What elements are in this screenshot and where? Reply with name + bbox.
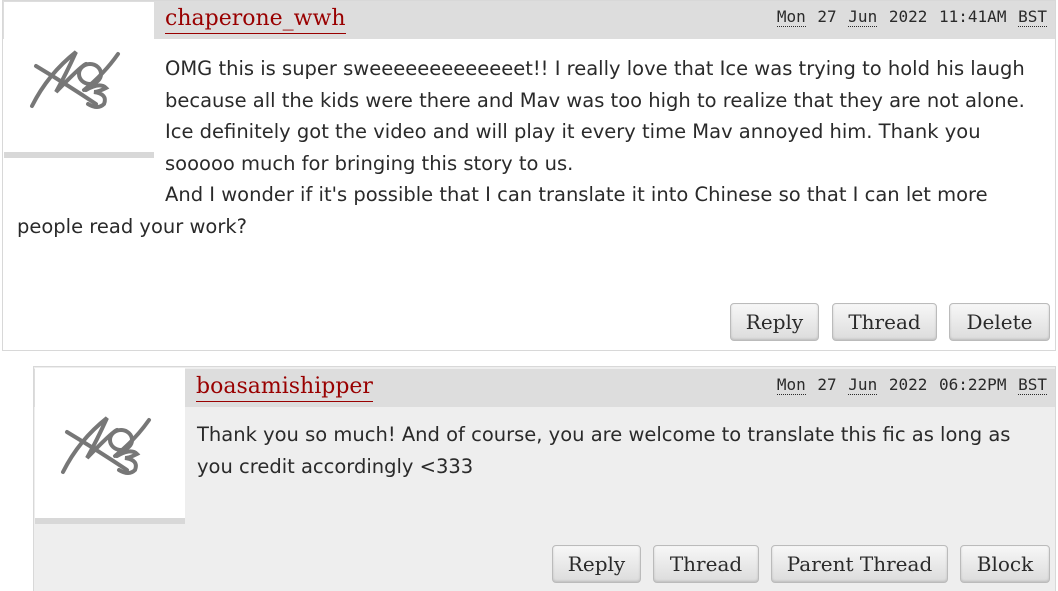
- comment-header: chaperone_wwh Mon 27 Jun 2022 11:41AM BS…: [3, 1, 1055, 39]
- comment-body: OMG this is super sweeeeeeeeeeeeet!! I r…: [17, 53, 1037, 242]
- thread-button[interactable]: Thread: [832, 303, 937, 341]
- comment-paragraph: Thank you so much! And of course, you ar…: [197, 423, 1011, 478]
- date-time: 06:22PM: [939, 375, 1007, 394]
- comment-datetime: Mon 27 Jun 2022 11:41AM BST: [776, 7, 1047, 27]
- reply-button[interactable]: Reply: [552, 545, 641, 583]
- day-abbr: Mon: [776, 375, 806, 395]
- date-day: 27: [817, 375, 837, 394]
- date-day: 27: [817, 7, 837, 26]
- user-avatar[interactable]: [35, 368, 185, 524]
- comment-boasamishipper: boasamishipper Mon 27 Jun 2022 06:22PM B…: [33, 366, 1056, 591]
- reply-button[interactable]: Reply: [730, 303, 819, 341]
- thread-button[interactable]: Thread: [653, 545, 759, 583]
- comment-paragraph: And I wonder if it's possible that I can…: [17, 183, 988, 238]
- comment-paragraph: OMG this is super sweeeeeeeeeeeeet!! I r…: [165, 57, 1025, 112]
- comment-body: Thank you so much! And of course, you ar…: [197, 419, 1035, 482]
- comment-header: boasamishipper Mon 27 Jun 2022 06:22PM B…: [34, 369, 1055, 407]
- default-user-icon: [61, 416, 151, 475]
- timezone-abbr: BST: [1018, 7, 1047, 27]
- block-button[interactable]: Block: [960, 545, 1050, 583]
- timezone-abbr: BST: [1018, 375, 1047, 395]
- comment-chaperone-wwh: chaperone_wwh Mon 27 Jun 2022 11:41AM BS…: [2, 0, 1056, 351]
- comment-datetime: Mon 27 Jun 2022 06:22PM BST: [776, 375, 1047, 395]
- date-time: 11:41AM: [939, 7, 1007, 26]
- comment-paragraph: Ice definitely got the video and will pl…: [165, 120, 981, 175]
- delete-button[interactable]: Delete: [949, 303, 1050, 341]
- username-link[interactable]: chaperone_wwh: [165, 5, 346, 34]
- month-abbr: Jun: [848, 7, 878, 27]
- day-abbr: Mon: [776, 7, 806, 27]
- date-year: 2022: [888, 375, 928, 394]
- date-year: 2022: [888, 7, 928, 26]
- username-link[interactable]: boasamishipper: [196, 373, 373, 402]
- parent-thread-button[interactable]: Parent Thread: [771, 545, 948, 583]
- month-abbr: Jun: [848, 375, 878, 395]
